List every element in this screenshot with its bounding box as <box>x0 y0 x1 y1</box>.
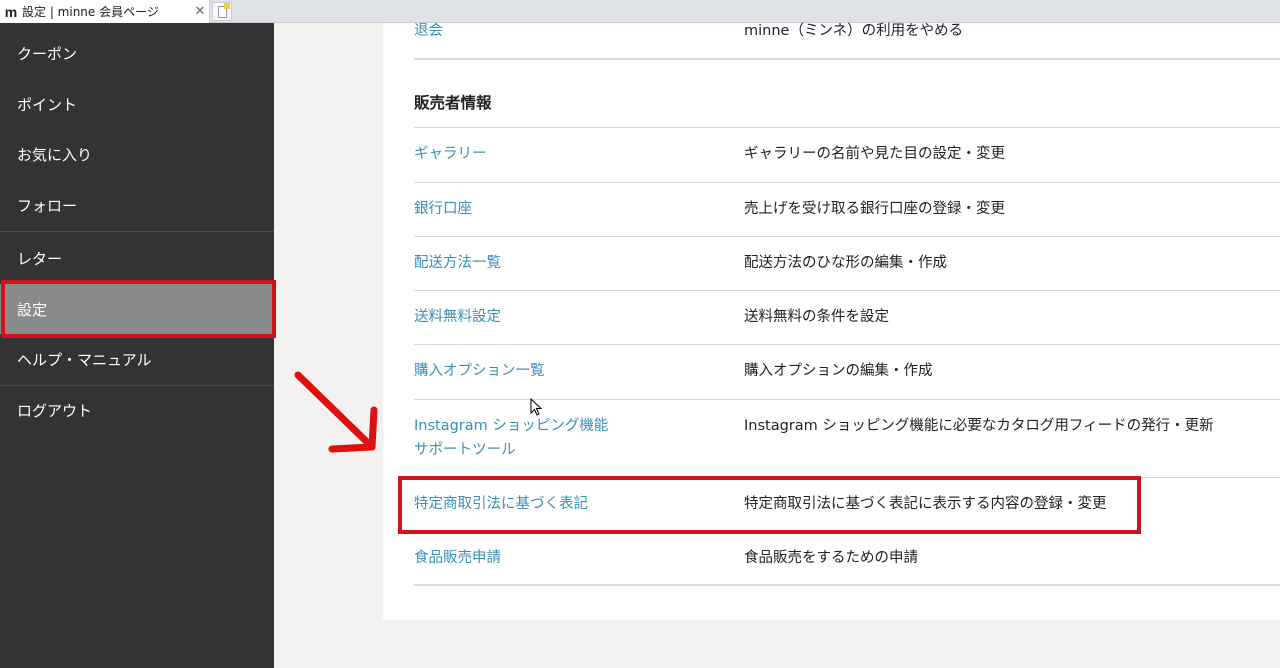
settings-row-shipping: 配送方法一覧 配送方法のひな形の編集・作成 <box>414 237 1280 291</box>
settings-row-bank: 銀行口座 売上げを受け取る銀行口座の登録・変更 <box>414 183 1280 237</box>
settings-row-withdraw: 退会 minne（ミンネ）の利用をやめる <box>414 23 1280 60</box>
sidebar-item-points[interactable]: ポイント <box>0 79 274 129</box>
sidebar-item-follow[interactable]: フォロー <box>0 180 274 230</box>
section-divider <box>414 58 1280 60</box>
close-tab-icon[interactable]: ✕ <box>191 4 209 19</box>
sidebar-item-help[interactable]: ヘルプ・マニュアル <box>0 334 274 384</box>
food-sales-description: 食品販売をするための申請 <box>744 550 918 566</box>
instagram-tool-link-line2[interactable]: サポートツール <box>414 438 516 462</box>
browser-tab[interactable]: m 設定 | minne 会員ページ ✕ <box>0 0 210 23</box>
minne-favicon-icon: m <box>4 3 18 20</box>
instagram-tool-description: Instagram ショッピング機能に必要なカタログ用フィードの発行・更新 <box>744 418 1214 434</box>
purchase-options-link[interactable]: 購入オプション一覧 <box>414 359 545 383</box>
gallery-link[interactable]: ギャラリー <box>414 142 487 166</box>
sidebar: クーポン ポイント お気に入り フォロー レター 設定 ヘルプ・マニュアル ログ… <box>0 23 274 668</box>
sidebar-item-coupon[interactable]: クーポン <box>0 28 274 78</box>
new-tab-button[interactable] <box>212 2 232 21</box>
settings-row-free-shipping: 送料無料設定 送料無料の条件を設定 <box>414 291 1280 345</box>
sidebar-item-letter[interactable]: レター <box>0 233 274 283</box>
food-sales-link[interactable]: 食品販売申請 <box>414 546 501 570</box>
annotation-arrow-icon <box>294 371 378 453</box>
instagram-tool-link[interactable]: Instagram ショッピング機能 <box>414 414 608 438</box>
gallery-description: ギャラリーの名前や見た目の設定・変更 <box>744 146 1005 162</box>
sidebar-item-favorites[interactable]: お気に入り <box>0 129 274 179</box>
settings-row-gallery: ギャラリー ギャラリーの名前や見た目の設定・変更 <box>414 128 1280 183</box>
new-tab-icon <box>218 3 230 18</box>
tab-title: 設定 | minne 会員ページ <box>22 5 159 19</box>
shipping-methods-link[interactable]: 配送方法一覧 <box>414 251 501 275</box>
free-shipping-description: 送料無料の条件を設定 <box>744 309 889 325</box>
sidebar-item-logout[interactable]: ログアウト <box>0 385 274 435</box>
section-title-seller-info: 販売者情報 <box>414 94 492 112</box>
sidebar-divider <box>0 231 274 232</box>
free-shipping-link[interactable]: 送料無料設定 <box>414 305 501 329</box>
bank-account-description: 売上げを受け取る銀行口座の登録・変更 <box>744 201 1005 217</box>
annotation-highlight-settings <box>1 280 276 338</box>
shipping-methods-description: 配送方法のひな形の編集・作成 <box>744 255 947 271</box>
settings-row-food-sales: 食品販売申請 食品販売をするための申請 <box>414 532 1280 586</box>
purchase-options-description: 購入オプションの編集・作成 <box>744 363 933 379</box>
annotation-highlight-commerce-law <box>398 476 1141 534</box>
browser-tab-bar: m 設定 | minne 会員ページ ✕ <box>0 0 1280 23</box>
mouse-pointer-icon <box>530 398 543 416</box>
bank-account-link[interactable]: 銀行口座 <box>414 197 472 221</box>
withdraw-link[interactable]: 退会 <box>414 19 443 43</box>
withdraw-description: minne（ミンネ）の利用をやめる <box>744 23 964 39</box>
settings-row-purchase-options: 購入オプション一覧 購入オプションの編集・作成 <box>414 345 1280 400</box>
